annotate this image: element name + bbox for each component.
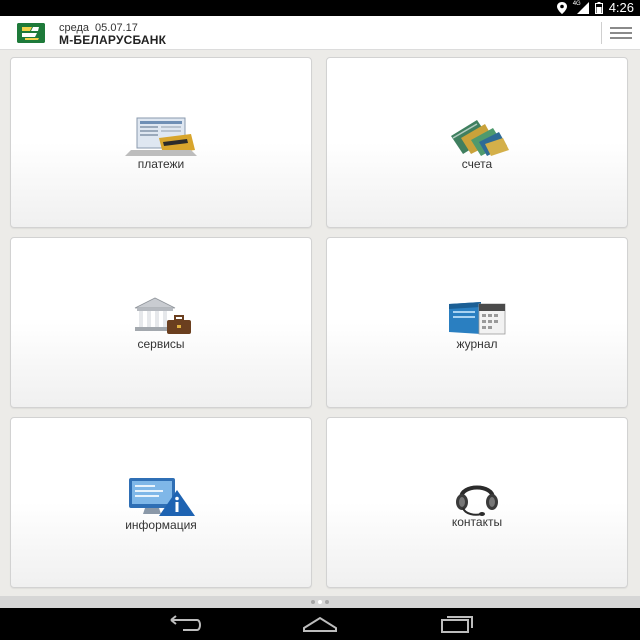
tile-payments[interactable]: платежи xyxy=(10,57,312,228)
tile-label: платежи xyxy=(137,157,185,171)
tile-label: счета xyxy=(461,157,493,171)
tile-information[interactable]: информация xyxy=(10,417,312,588)
tile-label: информация xyxy=(125,518,197,532)
tile-accounts[interactable]: счета xyxy=(326,57,628,228)
headset-icon xyxy=(456,485,498,516)
tile-services[interactable]: сервисы xyxy=(10,237,312,408)
page-indicator xyxy=(0,596,640,608)
page-dot xyxy=(311,600,315,604)
location-icon xyxy=(556,2,567,14)
belarusbank-logo xyxy=(17,23,45,43)
tile-label: журнал xyxy=(456,337,498,351)
tile-label: контакты xyxy=(451,515,503,529)
signal-icon: 4G xyxy=(573,1,589,14)
status-icons: 4G 4:26 xyxy=(556,0,634,16)
cards-icon xyxy=(451,120,509,156)
page-dot-active xyxy=(318,600,322,604)
info-icon xyxy=(129,478,195,516)
clock: 4:26 xyxy=(608,0,634,15)
status-bar: 4G 4:26 xyxy=(0,0,640,16)
app-title: М-БЕЛАРУСБАНК xyxy=(59,33,167,47)
home-icon[interactable] xyxy=(300,614,340,634)
tile-contacts[interactable]: контакты xyxy=(326,417,628,588)
hamburger-menu-icon[interactable] xyxy=(601,22,632,44)
page-dot xyxy=(325,600,329,604)
back-icon[interactable] xyxy=(163,614,203,634)
payments-icon xyxy=(125,117,197,156)
app-header: среда 05.07.17 М-БЕЛАРУСБАНК xyxy=(0,16,640,50)
tile-label: сервисы xyxy=(137,337,185,351)
bank-services-icon xyxy=(134,297,191,334)
journal-icon xyxy=(449,302,506,335)
tile-journal[interactable]: журнал xyxy=(326,237,628,408)
recent-apps-icon[interactable] xyxy=(437,614,477,634)
battery-icon xyxy=(594,2,603,14)
navigation-bar xyxy=(0,608,640,640)
